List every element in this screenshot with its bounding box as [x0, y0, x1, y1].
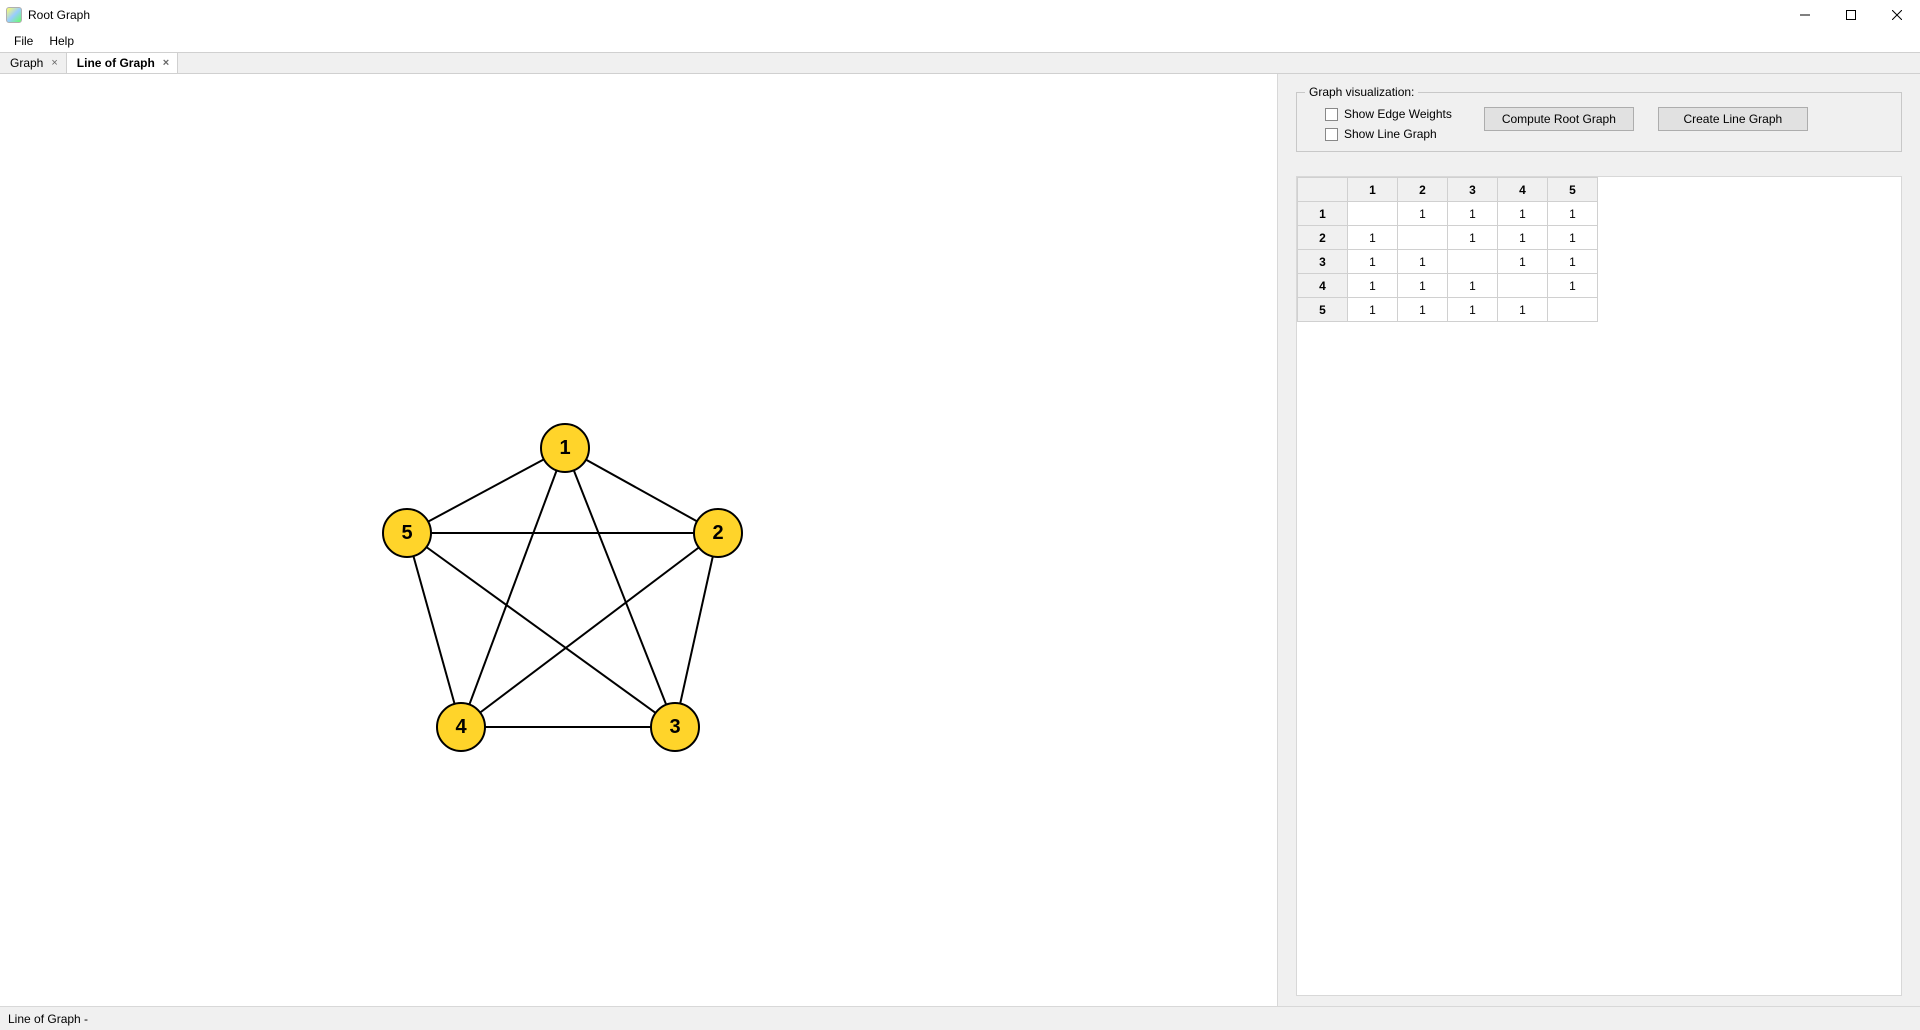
statusbar: Line of Graph -	[0, 1006, 1920, 1030]
compute-root-graph-button[interactable]: Compute Root Graph	[1484, 107, 1634, 131]
table-row: 11111	[1298, 202, 1598, 226]
tab-close-icon[interactable]: ×	[49, 57, 59, 69]
close-button[interactable]	[1874, 0, 1920, 30]
graph-node-label: 1	[559, 437, 570, 459]
checkbox-show-edge-weights[interactable]: Show Edge Weights	[1325, 107, 1452, 121]
matrix-row-header[interactable]: 4	[1298, 274, 1348, 298]
table-row: 51111	[1298, 298, 1598, 322]
menu-help[interactable]: Help	[41, 32, 82, 50]
matrix-cell[interactable]: 1	[1398, 274, 1448, 298]
checkbox-icon	[1325, 108, 1338, 121]
matrix-cell[interactable]	[1398, 226, 1448, 250]
checkbox-show-line-graph[interactable]: Show Line Graph	[1325, 127, 1452, 141]
table-row: 21111	[1298, 226, 1598, 250]
graph-svg: 1 2 3 4 5	[0, 74, 1277, 1006]
matrix-cell[interactable]: 1	[1398, 250, 1448, 274]
matrix-cell[interactable]: 1	[1348, 226, 1398, 250]
matrix-cell[interactable]: 1	[1348, 274, 1398, 298]
matrix-corner	[1298, 178, 1348, 202]
matrix-col-header[interactable]: 5	[1548, 178, 1598, 202]
menubar: File Help	[0, 30, 1920, 52]
graph-node-4[interactable]: 4	[437, 703, 485, 751]
graph-edge[interactable]	[407, 533, 675, 727]
graph-edge[interactable]	[565, 448, 718, 533]
matrix-row-header[interactable]: 3	[1298, 250, 1348, 274]
checkbox-label: Show Edge Weights	[1344, 107, 1452, 121]
graph-edge[interactable]	[461, 448, 565, 727]
matrix-cell[interactable]: 1	[1498, 250, 1548, 274]
titlebar: Root Graph	[0, 0, 1920, 30]
matrix-cell[interactable]: 1	[1548, 250, 1598, 274]
matrix-cell[interactable]: 1	[1548, 274, 1598, 298]
app-icon	[6, 7, 22, 23]
graph-node-2[interactable]: 2	[694, 509, 742, 557]
graph-node-5[interactable]: 5	[383, 509, 431, 557]
minimize-button[interactable]	[1782, 0, 1828, 30]
graph-node-label: 5	[401, 522, 412, 544]
create-line-graph-button[interactable]: Create Line Graph	[1658, 107, 1808, 131]
matrix-row-header[interactable]: 2	[1298, 226, 1348, 250]
matrix-cell[interactable]: 1	[1398, 298, 1448, 322]
graph-canvas-pane[interactable]: 1 2 3 4 5	[0, 74, 1278, 1006]
maximize-button[interactable]	[1828, 0, 1874, 30]
table-row: 41111	[1298, 274, 1598, 298]
matrix-cell[interactable]	[1548, 298, 1598, 322]
matrix-cell[interactable]: 1	[1548, 202, 1598, 226]
matrix-row-header[interactable]: 1	[1298, 202, 1348, 226]
matrix-cell[interactable]: 1	[1448, 226, 1498, 250]
tab-line-of-graph[interactable]: Line of Graph ×	[67, 53, 178, 73]
matrix-cell[interactable]	[1348, 202, 1398, 226]
graph-edge[interactable]	[675, 533, 718, 727]
matrix-col-header[interactable]: 3	[1448, 178, 1498, 202]
graph-visualization-group: Graph visualization: Show Edge Weights S…	[1296, 92, 1902, 152]
matrix-cell[interactable]: 1	[1448, 202, 1498, 226]
matrix-cell[interactable]: 1	[1398, 202, 1448, 226]
group-legend: Graph visualization:	[1305, 85, 1418, 99]
tabstrip: Graph × Line of Graph ×	[0, 52, 1920, 74]
graph-node-label: 4	[455, 716, 467, 738]
graph-node-label: 3	[669, 716, 680, 738]
tab-close-icon[interactable]: ×	[161, 57, 171, 69]
status-text: Line of Graph -	[8, 1012, 88, 1026]
matrix-cell[interactable]: 1	[1498, 202, 1548, 226]
matrix-row-header[interactable]: 5	[1298, 298, 1348, 322]
graph-edge[interactable]	[407, 448, 565, 533]
graph-edge[interactable]	[407, 533, 461, 727]
graph-edge[interactable]	[565, 448, 675, 727]
matrix-cell[interactable]: 1	[1348, 250, 1398, 274]
matrix-col-header[interactable]: 4	[1498, 178, 1548, 202]
matrix-cell[interactable]: 1	[1498, 226, 1548, 250]
matrix-cell[interactable]: 1	[1448, 274, 1498, 298]
window-title: Root Graph	[28, 8, 90, 22]
tab-label: Graph	[10, 56, 43, 70]
adjacency-matrix-pane[interactable]: 123451111121111311114111151111	[1296, 176, 1902, 996]
matrix-col-header[interactable]: 2	[1398, 178, 1448, 202]
checkbox-icon	[1325, 128, 1338, 141]
matrix-cell[interactable]: 1	[1448, 298, 1498, 322]
checkbox-label: Show Line Graph	[1344, 127, 1437, 141]
right-panel: Graph visualization: Show Edge Weights S…	[1278, 74, 1920, 1006]
adjacency-matrix: 123451111121111311114111151111	[1297, 177, 1598, 322]
matrix-cell[interactable]	[1498, 274, 1548, 298]
matrix-cell[interactable]	[1448, 250, 1498, 274]
graph-node-1[interactable]: 1	[541, 424, 589, 472]
matrix-col-header[interactable]: 1	[1348, 178, 1398, 202]
menu-file[interactable]: File	[6, 32, 41, 50]
matrix-cell[interactable]: 1	[1498, 298, 1548, 322]
graph-node-3[interactable]: 3	[651, 703, 699, 751]
table-row: 31111	[1298, 250, 1598, 274]
tab-graph[interactable]: Graph ×	[0, 53, 67, 73]
main-split: 12345 Graph visualization: Show Edge Wei…	[0, 74, 1920, 1006]
graph-node-label: 2	[712, 522, 723, 544]
matrix-cell[interactable]: 1	[1548, 226, 1598, 250]
graph-edge[interactable]	[461, 533, 718, 727]
tab-label: Line of Graph	[77, 56, 155, 70]
matrix-cell[interactable]: 1	[1348, 298, 1398, 322]
